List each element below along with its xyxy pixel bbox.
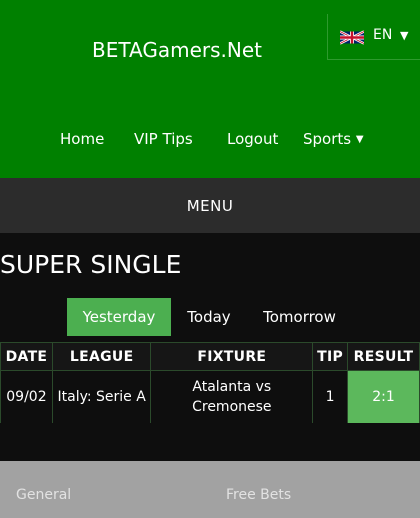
nav-sports-label: Sports bbox=[303, 130, 352, 148]
caret-down-icon: ▼ bbox=[400, 29, 409, 42]
nav-vip-tips[interactable]: VIP Tips bbox=[134, 130, 193, 148]
site-header: BETAGamers.Net EN ▼ Home VIP Tips Logout… bbox=[0, 0, 420, 178]
col-tip: TIP bbox=[312, 342, 349, 371]
content-spacer bbox=[0, 423, 420, 461]
nav-logout[interactable]: Logout bbox=[227, 130, 278, 148]
row-result: 2:1 bbox=[347, 370, 420, 424]
table-header-row: DATE LEAGUE FIXTURE TIP RESULT bbox=[0, 342, 420, 371]
menu-label: MENU bbox=[186, 197, 234, 215]
footer-link-free-bets[interactable]: Free Bets bbox=[226, 487, 291, 503]
language-code: EN bbox=[373, 27, 393, 43]
nav-home[interactable]: Home bbox=[60, 130, 104, 148]
col-result: RESULT bbox=[347, 342, 420, 371]
menu-toggle[interactable]: MENU bbox=[0, 178, 420, 233]
row-date: 09/02 bbox=[0, 370, 53, 424]
tips-table: DATE LEAGUE FIXTURE TIP RESULT 09/02 Ita… bbox=[0, 342, 420, 424]
section-title: SUPER SINGLE bbox=[0, 250, 182, 279]
language-selector[interactable]: EN ▼ bbox=[327, 14, 420, 60]
footer-link-general[interactable]: General bbox=[16, 487, 71, 503]
site-title[interactable]: BETAGamers.Net bbox=[0, 38, 354, 62]
tab-tomorrow[interactable]: Tomorrow bbox=[247, 298, 352, 336]
row-tip: 1 bbox=[312, 370, 349, 424]
col-fixture: FIXTURE bbox=[150, 342, 314, 371]
row-league: Italy: Serie A bbox=[51, 370, 152, 424]
tab-today[interactable]: Today bbox=[171, 298, 247, 336]
nav-sports[interactable]: Sports ▼ bbox=[303, 130, 364, 148]
footer: General Free Bets bbox=[0, 461, 420, 518]
table-row: 09/02 Italy: Serie A Atalanta vs Cremone… bbox=[0, 370, 420, 424]
tab-yesterday[interactable]: Yesterday bbox=[67, 298, 171, 336]
row-fixture: Atalanta vs Cremonese bbox=[150, 370, 314, 424]
main-nav: Home VIP Tips Logout Sports ▼ bbox=[0, 130, 420, 148]
uk-flag-icon bbox=[340, 30, 364, 45]
col-date: DATE bbox=[0, 342, 53, 371]
caret-down-icon: ▼ bbox=[355, 134, 364, 145]
col-league: LEAGUE bbox=[51, 342, 152, 371]
